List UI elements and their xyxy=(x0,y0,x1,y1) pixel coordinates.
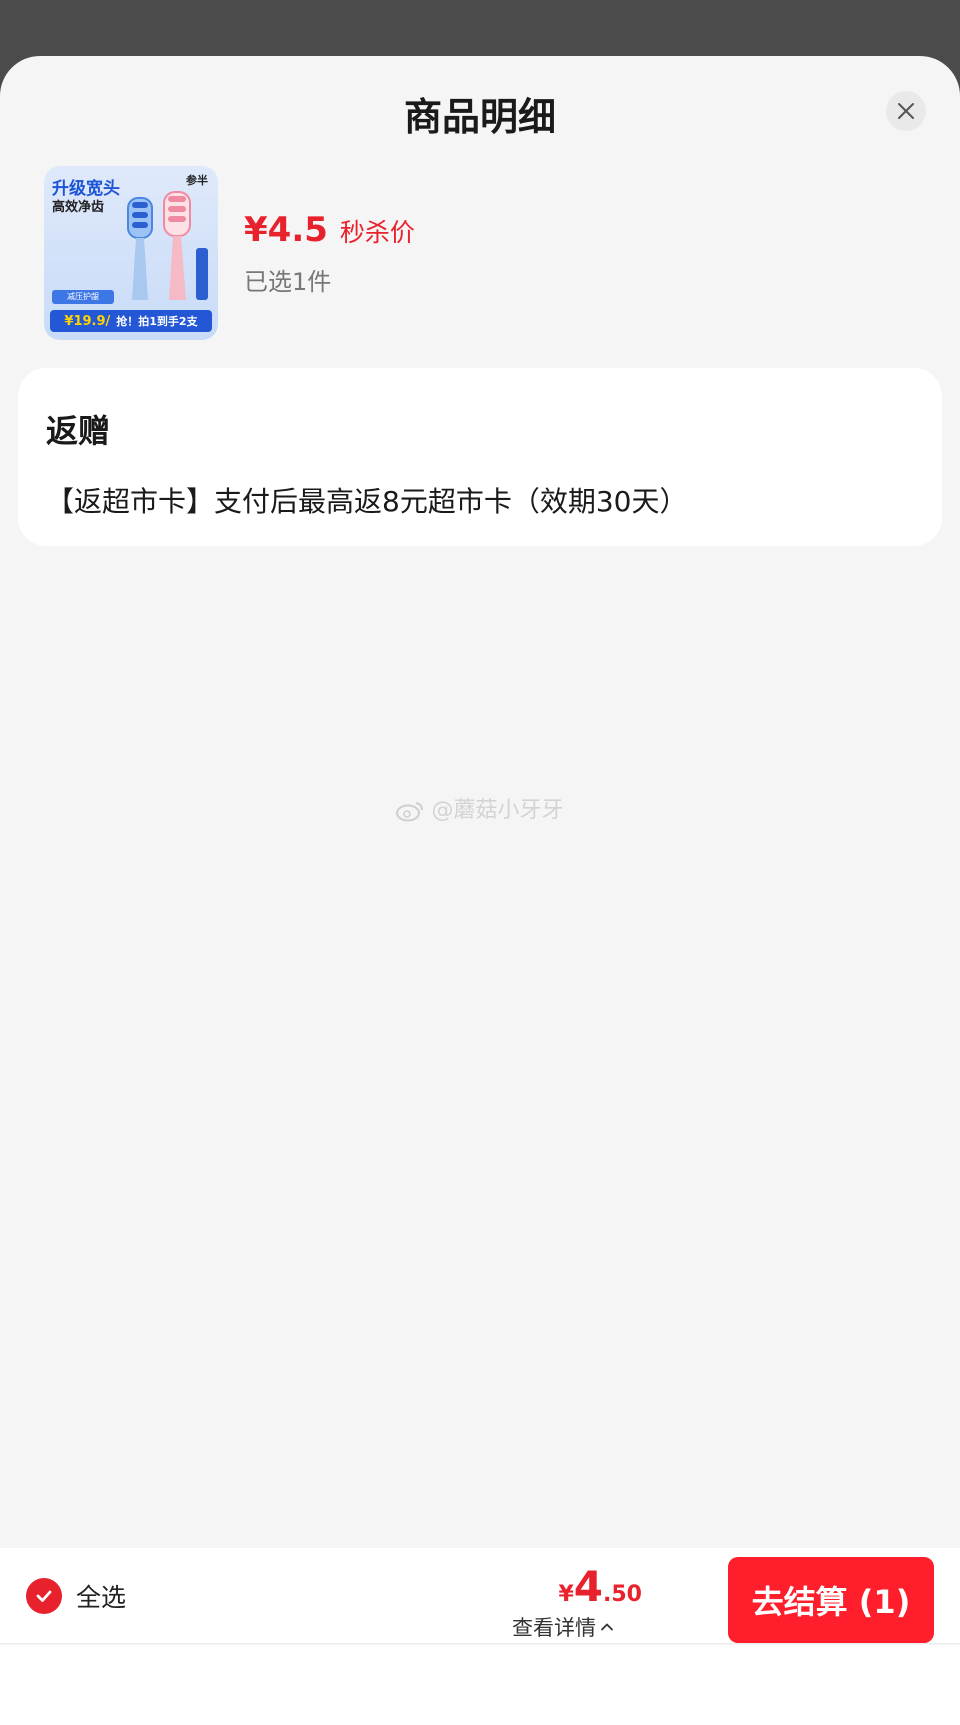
gift-description: 【返超市卡】支付后最高返8元超市卡（效期30天） xyxy=(46,485,688,518)
watermark-text: @蘑菇小牙牙 xyxy=(431,798,564,823)
total-currency: ¥ xyxy=(558,1582,574,1607)
product-thumbnail[interactable]: 升级宽头 高效净齿 参半 减压护龈 ¥19.9/ 抢！拍1到手2支 xyxy=(44,166,218,340)
weibo-icon xyxy=(396,802,424,822)
details-label: 查看详情 xyxy=(512,1616,596,1640)
price-row: ¥4.5 秒杀价 xyxy=(244,210,415,250)
chevron-up-icon xyxy=(601,1623,613,1631)
watermark: @蘑菇小牙牙 xyxy=(0,792,960,824)
close-icon xyxy=(898,103,914,119)
thumb-brand: 参半 xyxy=(186,174,208,187)
thumb-subline: 高效净齿 xyxy=(52,200,105,215)
close-button[interactable] xyxy=(886,91,926,131)
thumb-promo-strip: ¥19.9/ 抢！拍1到手2支 xyxy=(50,310,212,332)
thumb-badge: 减压护龈 xyxy=(52,290,114,304)
select-all-toggle[interactable]: 全选 xyxy=(26,1578,126,1614)
product-item: 升级宽头 高效净齿 参半 减压护龈 ¥19.9/ 抢！拍1到手2支 ¥4.5 秒… xyxy=(44,166,924,346)
check-icon xyxy=(36,1590,52,1602)
thumb-strip-price: ¥19.9/ xyxy=(64,313,111,329)
total-integer: 4 xyxy=(573,1562,604,1611)
selected-count: 已选1件 xyxy=(244,268,332,296)
total-price: ¥4.50 xyxy=(558,1562,642,1611)
product-price: ¥4.5 xyxy=(244,210,328,250)
product-detail-sheet: 商品明细 升级宽头 高效净齿 参半 减压护龈 ¥19.9/ 抢！拍1到手2支 ¥… xyxy=(0,56,960,1725)
gift-card: 返赠 【返超市卡】支付后最高返8元超市卡（效期30天） xyxy=(18,368,942,546)
toothbrush-icon xyxy=(127,191,208,300)
price-tag: 秒杀价 xyxy=(339,218,415,247)
thumb-strip-text: 抢！拍1到手2支 xyxy=(116,315,198,328)
total-amount: ¥4.50 xyxy=(558,1562,642,1611)
view-details-link[interactable]: 查看详情 xyxy=(512,1612,614,1642)
total-decimal: .50 xyxy=(603,1582,642,1607)
gift-title: 返赠 xyxy=(46,412,111,450)
checkbox-checked[interactable] xyxy=(26,1578,62,1614)
select-all-label: 全选 xyxy=(76,1583,127,1612)
checkout-button[interactable]: 去结算 (1) xyxy=(728,1557,934,1643)
checkout-bar: 全选 ¥4.50 查看详情 去结算 (1) xyxy=(0,1548,960,1644)
sheet-title: 商品明细 xyxy=(403,95,556,139)
bottom-safe-area xyxy=(0,1645,960,1725)
